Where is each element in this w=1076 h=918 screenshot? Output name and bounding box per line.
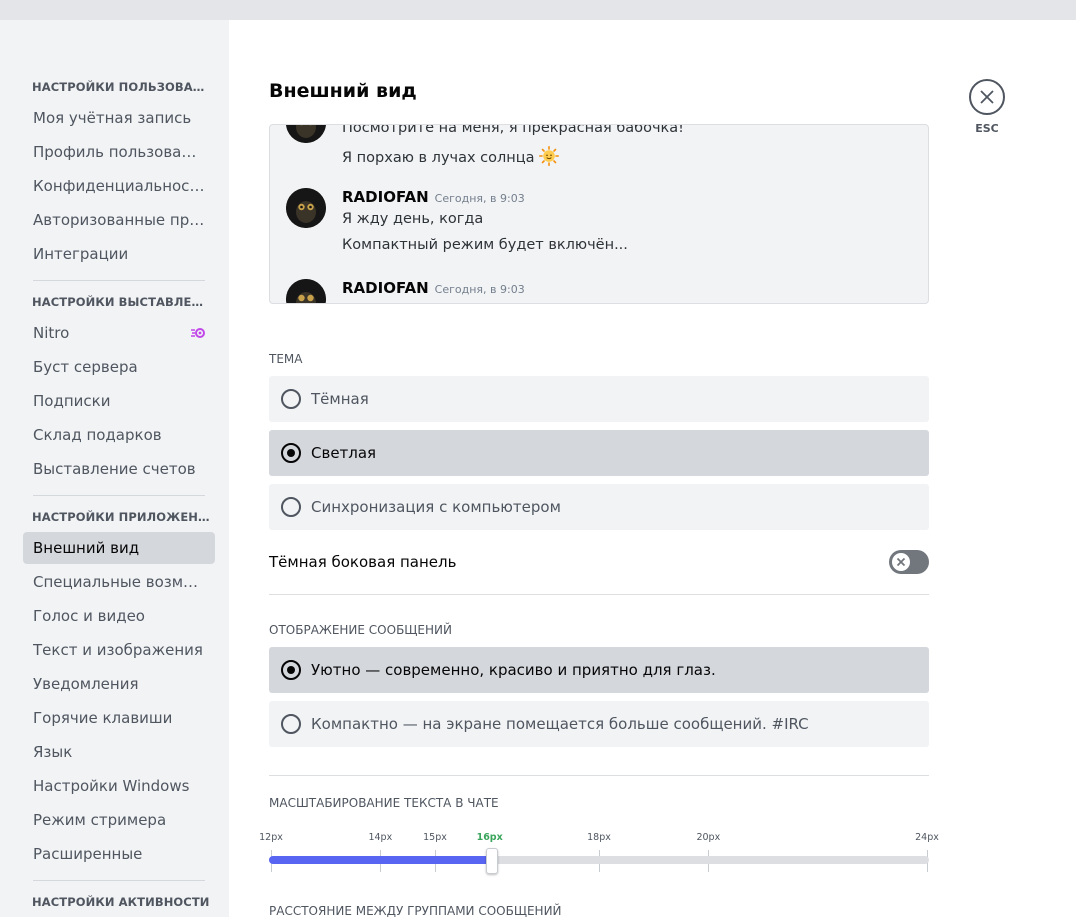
font-scaling-label: Масштабирование текста в чате — [269, 796, 499, 810]
sidebar-item-nitro[interactable]: Nitro — [23, 317, 215, 349]
sidebar-separator — [33, 280, 205, 281]
sidebar-item-my-account[interactable]: Моя учётная запись — [23, 102, 215, 134]
message-text: Я порхаю в лучах солнца — [342, 146, 559, 166]
message-text: Я жду день, когда — [342, 211, 484, 227]
theme-option-sync[interactable]: Синхронизация с компьютером — [269, 484, 929, 530]
sidebar-item-appearance[interactable]: Внешний вид — [23, 532, 215, 564]
message-text: Компактный режим будет включён... — [342, 237, 628, 253]
avatar — [286, 188, 326, 228]
owl-avatar-icon — [286, 125, 326, 143]
sidebar-item-voice-video[interactable]: Голос и видео — [23, 600, 215, 632]
sidebar-separator — [33, 495, 205, 496]
settings-content: Внешний вид ESC Посмотрите на меня, я пр… — [229, 20, 1076, 918]
slider-grabber[interactable] — [485, 848, 498, 874]
radio-dot — [287, 449, 295, 457]
nitro-icon — [191, 328, 205, 338]
sidebar-item-integrations[interactable]: Интеграции — [23, 238, 215, 270]
radio-circle — [281, 714, 301, 734]
message-display-compact[interactable]: Компактно — на экране помещается больше … — [269, 701, 929, 747]
message-timestamp: Сегодня, в 9:03 — [434, 192, 525, 205]
close-icon — [980, 90, 994, 104]
x-icon — [896, 557, 906, 567]
message-timestamp: Сегодня, в 9:03 — [434, 283, 525, 296]
theme-label: Тема — [269, 352, 303, 366]
radio-circle — [281, 389, 301, 409]
avatar — [286, 125, 326, 143]
sidebar-header-activity-settings: Настройки активности — [32, 895, 210, 909]
message-display-label: Отображение сообщений — [269, 623, 452, 637]
message-author: RADIOFAN Сегодня, в 9:03 — [342, 188, 525, 206]
sidebar-item-authorized-apps[interactable]: Авторизованные прил... — [23, 204, 215, 236]
radio-circle — [281, 443, 301, 463]
slider-tick-label[interactable]: 20px — [696, 832, 720, 843]
sidebar-item-privacy[interactable]: Конфиденциальность — [23, 170, 215, 202]
sidebar-item-subscriptions[interactable]: Подписки — [23, 385, 215, 417]
sidebar-item-user-profile[interactable]: Профиль пользователя — [23, 136, 215, 168]
radio-dot — [287, 666, 295, 674]
close-button[interactable] — [969, 79, 1005, 115]
close-settings: ESC — [968, 79, 1006, 135]
theme-option-light[interactable]: Светлая — [269, 430, 929, 476]
sidebar-item-advanced[interactable]: Расширенные — [23, 838, 215, 870]
sidebar-item-server-boost[interactable]: Буст сервера — [23, 351, 215, 383]
sidebar-item-gift-inventory[interactable]: Склад подарков — [23, 419, 215, 451]
theme-option-dark[interactable]: Тёмная — [269, 376, 929, 422]
sidebar-header-user-settings: Настройки пользователя — [32, 80, 212, 94]
radio-circle — [281, 660, 301, 680]
slider-tick-label[interactable]: 24px — [915, 832, 939, 843]
sidebar-item-language[interactable]: Язык — [23, 736, 215, 768]
avatar — [286, 279, 326, 303]
sun-emoji-icon — [538, 146, 559, 166]
settings-sidebar: Настройки пользователя Моя учётная запис… — [0, 20, 229, 917]
owl-avatar-icon — [286, 279, 326, 303]
sidebar-header-app-settings: Настройки приложения — [32, 510, 212, 524]
message-preview: Посмотрите на меня, я прекрасная бабочка… — [269, 124, 929, 304]
slider-tick-label[interactable]: 14px — [368, 832, 392, 843]
toggle-knob — [892, 553, 910, 571]
sidebar-item-notifications[interactable]: Уведомления — [23, 668, 215, 700]
sidebar-separator — [33, 880, 205, 881]
window-top-bar — [0, 0, 1076, 20]
radio-circle — [281, 497, 301, 517]
esc-label: ESC — [975, 122, 999, 135]
sidebar-item-streamer-mode[interactable]: Режим стримера — [23, 804, 215, 836]
page-title: Внешний вид — [269, 80, 417, 102]
owl-avatar-icon — [286, 188, 326, 228]
sidebar-item-accessibility[interactable]: Специальные возмож... — [23, 566, 215, 598]
sidebar-item-keybinds[interactable]: Горячие клавиши — [23, 702, 215, 734]
dark-sidebar-label: Тёмная боковая панель — [269, 553, 457, 571]
dark-sidebar-toggle[interactable] — [889, 550, 929, 574]
divider — [269, 775, 929, 776]
slider-tick-label[interactable]: 16px — [477, 832, 503, 843]
message-display-cozy[interactable]: Уютно — современно, красиво и приятно дл… — [269, 647, 929, 693]
sidebar-header-billing-settings: Настройки выставлени... — [32, 295, 212, 309]
group-spacing-label: Расстояние между группами сообщений — [269, 904, 562, 918]
divider — [269, 594, 929, 595]
slider-fill — [269, 856, 490, 864]
sidebar-item-windows-settings[interactable]: Настройки Windows — [23, 770, 215, 802]
sidebar-item-text-images[interactable]: Текст и изображения — [23, 634, 215, 666]
sidebar-item-billing[interactable]: Выставление счетов — [23, 453, 215, 485]
message-text: Посмотрите на меня, я прекрасная бабочка… — [342, 124, 684, 136]
slider-tick-label[interactable]: 15px — [423, 832, 447, 843]
font-scaling-slider[interactable]: 12px 14px 15px 16px 18px 20px 24px — [259, 828, 939, 874]
slider-tick-label[interactable]: 12px — [259, 832, 283, 843]
slider-tick-label[interactable]: 18px — [587, 832, 611, 843]
message-author: RADIOFAN Сегодня, в 9:03 — [342, 279, 525, 297]
